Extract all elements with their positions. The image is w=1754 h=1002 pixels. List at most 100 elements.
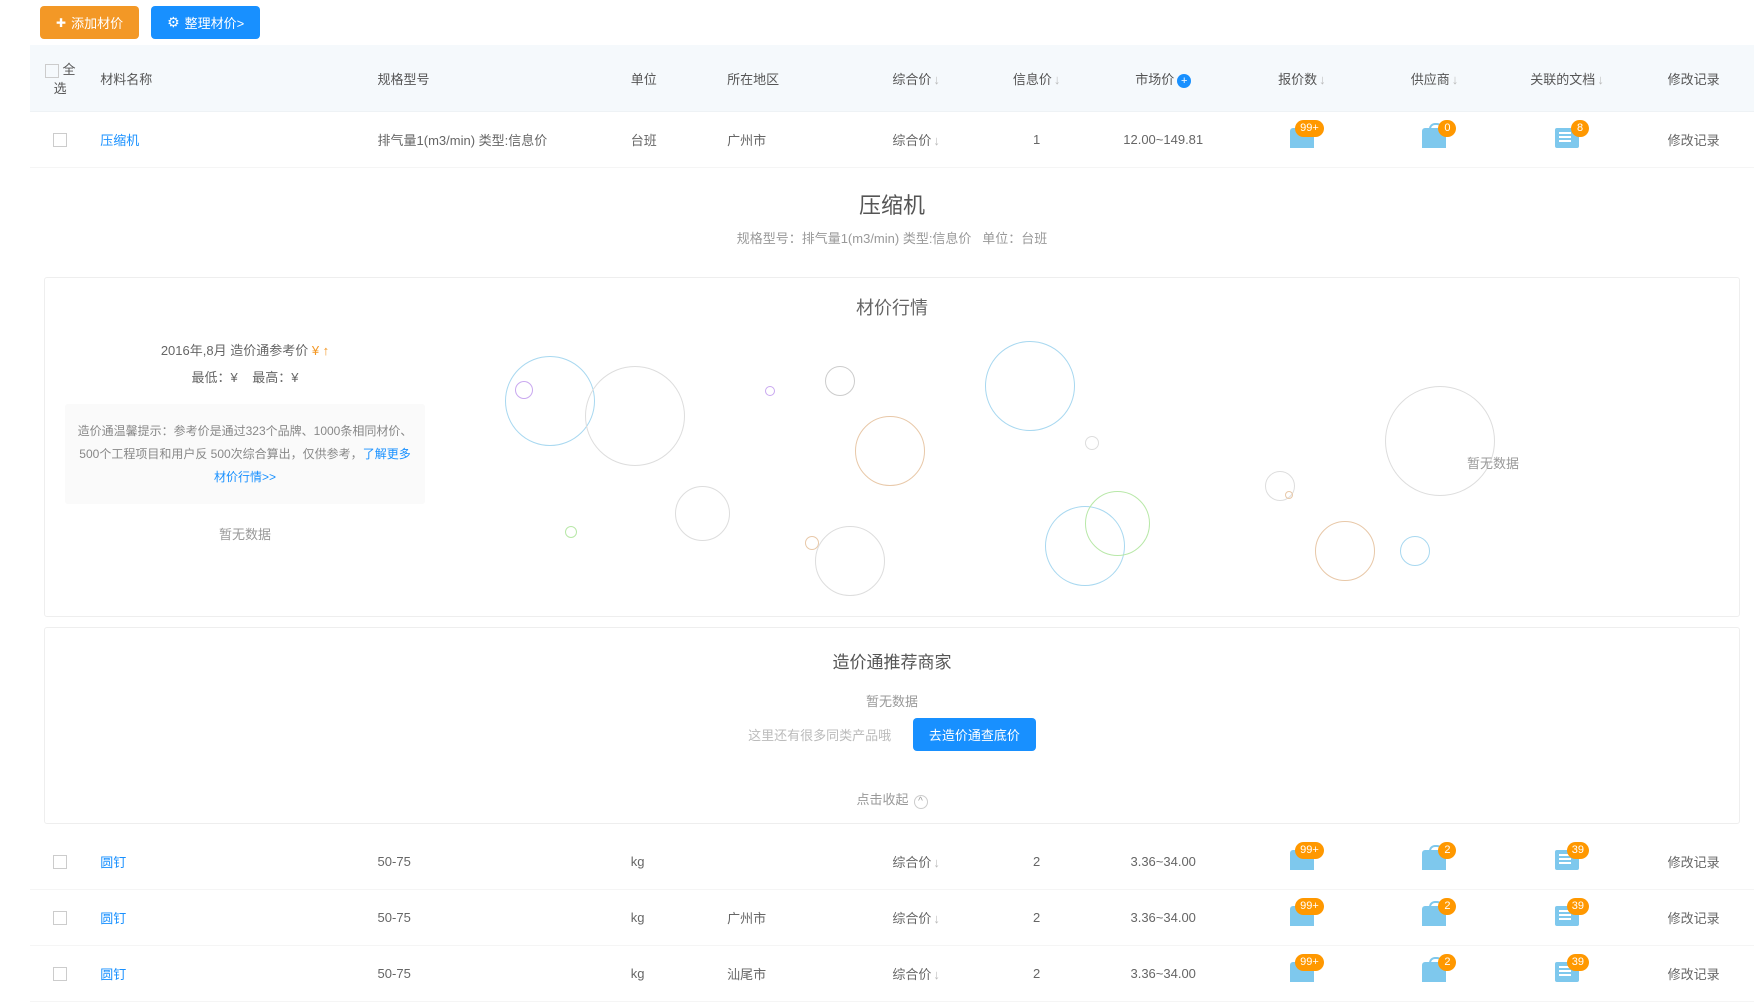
arrange-label: 整理材价> — [185, 13, 245, 32]
collapse-toggle[interactable]: 点击收起^ — [45, 775, 1739, 823]
cell-info: 2 — [982, 890, 1091, 946]
chevron-up-icon: ^ — [914, 795, 928, 809]
row-checkbox[interactable] — [53, 855, 67, 869]
detail-header: 压缩机 规格型号：排气量1(m3/min) 类型:信息价 单位：台班 — [30, 168, 1754, 267]
toolbar: 添加材价 整理材价> — [30, 0, 1754, 45]
docs-badge[interactable]: 8 — [1555, 128, 1579, 151]
header-info[interactable]: 信息价↓ — [982, 45, 1091, 112]
header-spec: 规格型号 — [368, 45, 621, 112]
add-label: 添加材价 — [71, 13, 123, 32]
sort-icon: ↓ — [933, 72, 940, 87]
cell-unit: kg — [621, 890, 717, 946]
cell-area: 广州市 — [717, 890, 850, 946]
modify-link[interactable]: 修改记录 — [1668, 133, 1720, 148]
table-header-row: 全选 材料名称 规格型号 单位 所在地区 综合价↓ 信息价↓ 市场价+ 报价数↓… — [30, 45, 1754, 112]
modify-link[interactable]: 修改记录 — [1668, 855, 1720, 870]
header-docs[interactable]: 关联的文档↓ — [1501, 45, 1634, 112]
hint-box: 造价通温馨提示：参考价是通过323个品牌、1000条相同材价、500个工程项目和… — [65, 404, 425, 504]
cell-market: 3.36~34.00 — [1091, 834, 1236, 890]
sort-icon: ↓ — [1452, 72, 1459, 87]
header-quote[interactable]: 报价数↓ — [1236, 45, 1369, 112]
cell-spec: 排气量1(m3/min) 类型:信息价 — [368, 112, 621, 168]
cell-unit: kg — [621, 834, 717, 890]
material-name-link[interactable]: 压缩机 — [100, 133, 139, 148]
row-checkbox[interactable] — [53, 133, 67, 147]
chart-nodata: 暂无数据 — [1467, 453, 1519, 472]
docs-badge[interactable]: 39 — [1555, 906, 1579, 929]
yen-icon: ¥ ↑ — [312, 343, 329, 358]
market-title: 材价行情 — [45, 278, 1739, 336]
sort-icon: ↓ — [1054, 72, 1061, 87]
docs-badge[interactable]: 39 — [1555, 850, 1579, 873]
quote-badge[interactable]: 99+ — [1290, 906, 1314, 929]
detail-spec: 规格型号：排气量1(m3/min) 类型:信息价 — [737, 231, 972, 246]
arrange-price-button[interactable]: 整理材价> — [151, 6, 260, 39]
cell-spec: 50-75 — [368, 890, 621, 946]
quote-badge[interactable]: 99+ — [1290, 128, 1314, 151]
header-name: 材料名称 — [90, 45, 367, 112]
ref-high: 最高：¥ — [252, 370, 298, 385]
cell-comp[interactable]: 综合价↓ — [850, 946, 983, 1002]
cell-spec: 50-75 — [368, 946, 621, 1002]
supplier-badge[interactable]: 2 — [1422, 962, 1446, 985]
select-all-checkbox[interactable] — [45, 64, 59, 78]
cell-info: 1 — [982, 112, 1091, 168]
row-checkbox[interactable] — [53, 911, 67, 925]
ref-date: 2016年,8月 造价通参考价 — [161, 343, 308, 358]
sort-icon: ↓ — [1597, 72, 1604, 87]
modify-link[interactable]: 修改记录 — [1668, 911, 1720, 926]
price-table: 全选 材料名称 规格型号 单位 所在地区 综合价↓ 信息价↓ 市场价+ 报价数↓… — [30, 45, 1754, 168]
merchant-card: 造价通推荐商家 暂无数据 这里还有很多同类产品哦 去造价通查底价 点击收起^ — [44, 627, 1740, 824]
docs-badge[interactable]: 39 — [1555, 962, 1579, 985]
supplier-badge[interactable]: 2 — [1422, 906, 1446, 929]
cell-market: 12.00~149.81 — [1091, 112, 1236, 168]
ref-low: 最低：¥ — [192, 370, 238, 385]
detail-title: 压缩机 — [30, 188, 1754, 220]
supplier-badge[interactable]: 2 — [1422, 850, 1446, 873]
gear-icon — [167, 14, 180, 31]
cell-area: 广州市 — [717, 112, 850, 168]
header-supplier[interactable]: 供应商↓ — [1368, 45, 1501, 112]
header-modify: 修改记录 — [1633, 45, 1754, 112]
material-name-link[interactable]: 圆钉 — [100, 855, 126, 870]
cell-market: 3.36~34.00 — [1091, 890, 1236, 946]
cell-unit: 台班 — [621, 112, 717, 168]
table-row: 圆钉50-75kg广州市综合价↓23.36~34.0099+239修改记录 — [30, 890, 1754, 946]
table-row: 压缩机 排气量1(m3/min) 类型:信息价台班广州市综合价↓112.00~14… — [30, 112, 1754, 168]
merchant-hint: 这里还有很多同类产品哦 — [748, 728, 891, 743]
cell-info: 2 — [982, 834, 1091, 890]
cell-comp[interactable]: 综合价↓ — [850, 834, 983, 890]
bubble-chart: 暂无数据 — [445, 336, 1719, 596]
supplier-badge[interactable]: 0 — [1422, 128, 1446, 151]
market-card: 材价行情 2016年,8月 造价通参考价 ¥ ↑ 最低：¥ 最高：¥ 造价通温馨… — [44, 277, 1740, 617]
cell-area — [717, 834, 850, 890]
table-row: 圆钉50-75kg综合价↓23.36~34.0099+239修改记录 — [30, 834, 1754, 890]
material-name-link[interactable]: 圆钉 — [100, 911, 126, 926]
cell-info: 2 — [982, 946, 1091, 1002]
quote-badge[interactable]: 99+ — [1290, 850, 1314, 873]
plus-icon — [56, 15, 66, 30]
add-price-button[interactable]: 添加材价 — [40, 6, 139, 39]
header-area: 所在地区 — [717, 45, 850, 112]
merchant-nodata: 暂无数据 — [45, 683, 1739, 718]
market-left-panel: 2016年,8月 造价通参考价 ¥ ↑ 最低：¥ 最高：¥ 造价通温馨提示：参考… — [65, 336, 445, 596]
modify-link[interactable]: 修改记录 — [1668, 967, 1720, 982]
left-nodata: 暂无数据 — [65, 504, 425, 563]
plus-circle-icon[interactable]: + — [1177, 74, 1191, 88]
cell-comp[interactable]: 综合价↓ — [850, 890, 983, 946]
sort-icon: ↓ — [1319, 72, 1326, 87]
go-check-price-button[interactable]: 去造价通查底价 — [913, 718, 1036, 751]
cell-spec: 50-75 — [368, 834, 621, 890]
row-checkbox[interactable] — [53, 967, 67, 981]
table-row: 圆钉50-75kg汕尾市综合价↓23.36~34.0099+239修改记录 — [30, 946, 1754, 1002]
header-comp[interactable]: 综合价↓ — [850, 45, 983, 112]
cell-market: 3.36~34.00 — [1091, 946, 1236, 1002]
header-market[interactable]: 市场价+ — [1091, 45, 1236, 112]
cell-unit: kg — [621, 946, 717, 1002]
cell-comp[interactable]: 综合价↓ — [850, 112, 983, 168]
cell-area: 汕尾市 — [717, 946, 850, 1002]
detail-unit: 单位：台班 — [982, 231, 1047, 246]
price-table-2: 圆钉50-75kg综合价↓23.36~34.0099+239修改记录圆钉50-7… — [30, 834, 1754, 1002]
quote-badge[interactable]: 99+ — [1290, 962, 1314, 985]
material-name-link[interactable]: 圆钉 — [100, 967, 126, 982]
